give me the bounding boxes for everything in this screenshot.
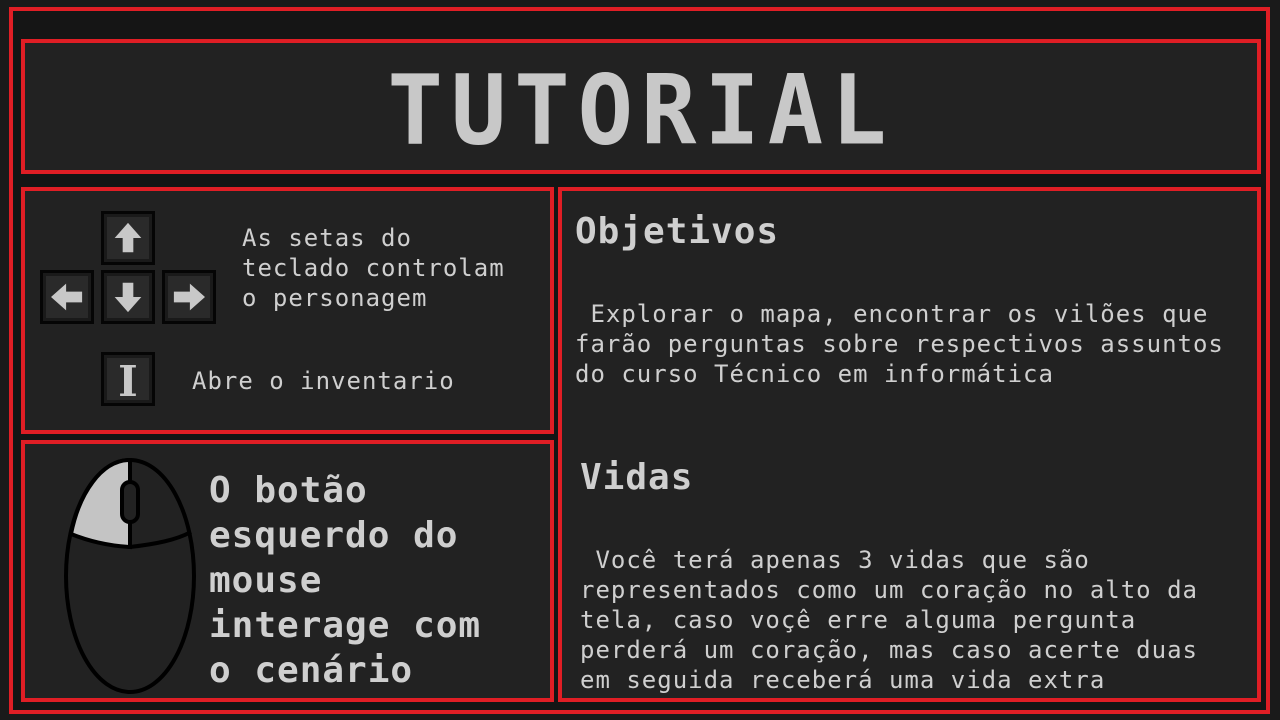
keyboard-controls-panel: As setas do teclado controlam o personag… (21, 187, 554, 434)
objectives-text: Explorar o mapa, encontrar os vilões que… (575, 300, 1224, 388)
mouse-description: O botão esquerdo do mouse interage com o… (209, 470, 482, 691)
up-arrow-icon (114, 222, 142, 253)
inventory-key-letter: I (118, 357, 138, 406)
left-arrow-key (40, 270, 94, 324)
left-arrow-icon (51, 283, 83, 311)
right-arrow-key (162, 270, 216, 324)
mouse-controls-panel: O botão esquerdo do mouse interage com o… (21, 440, 554, 702)
up-arrow-key (101, 211, 155, 265)
right-arrow-icon (173, 283, 205, 311)
objectives-heading: Objetivos (575, 211, 780, 252)
lives-text: Você terá apenas 3 vidas que são represe… (580, 546, 1198, 694)
down-arrow-key (101, 270, 155, 324)
down-arrow-icon (114, 282, 142, 313)
tutorial-title: TUTORIAL (387, 54, 895, 167)
info-panel: Objetivos Explorar o mapa, encontrar os … (558, 187, 1261, 702)
inventory-key: I (101, 352, 155, 406)
title-panel: TUTORIAL (21, 39, 1261, 174)
mouse-icon (64, 457, 196, 694)
inventory-description: Abre o inventario (192, 367, 455, 395)
lives-heading: Vidas (580, 457, 694, 498)
arrow-keys-description: As setas do teclado controlam o personag… (242, 224, 505, 312)
